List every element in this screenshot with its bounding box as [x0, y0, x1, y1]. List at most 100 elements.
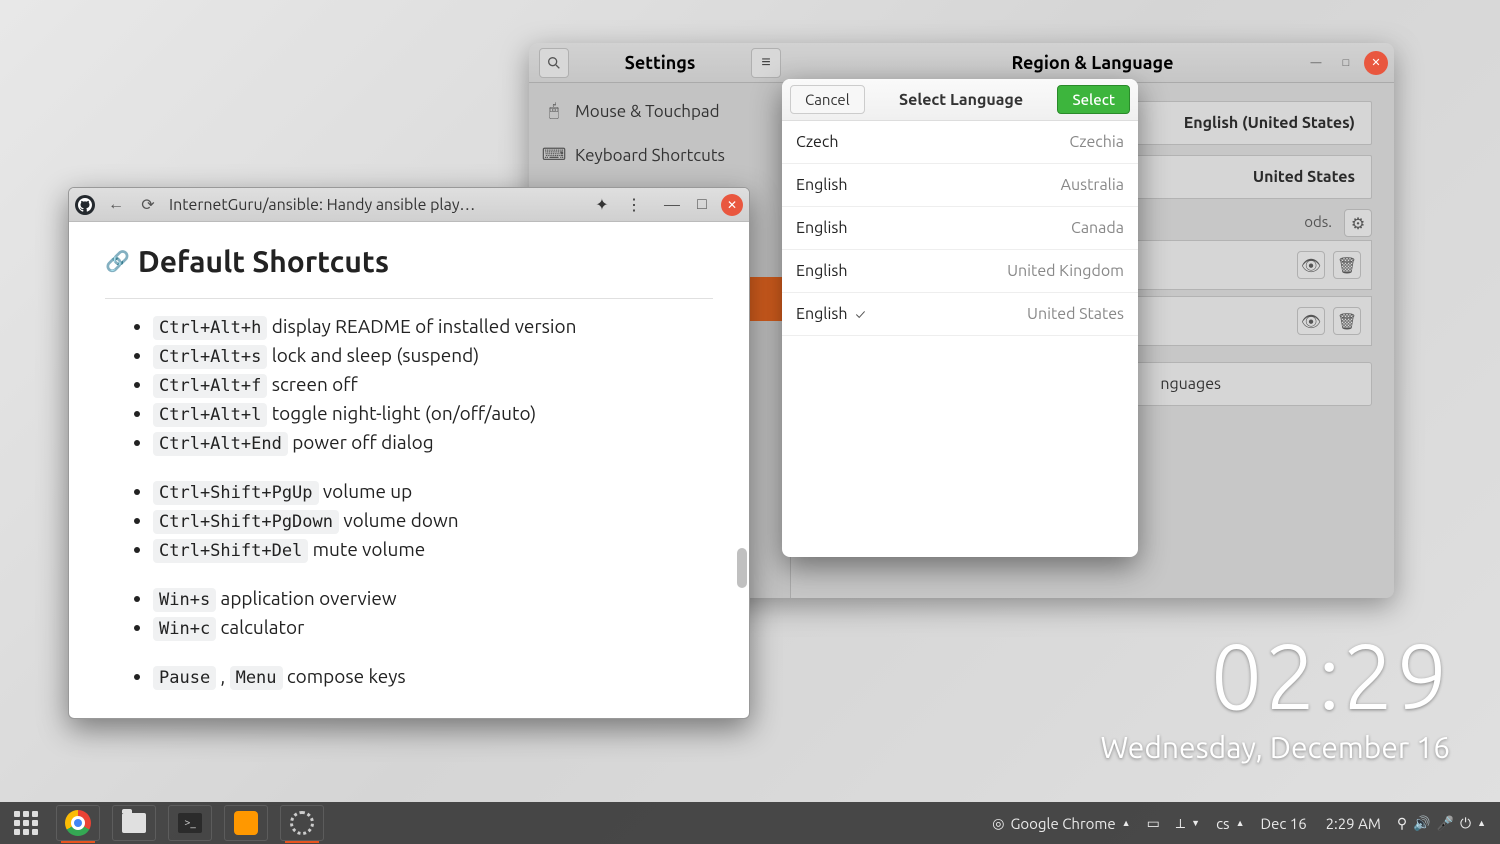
- keyboard-layout-indicator[interactable]: cs ▲: [1216, 815, 1244, 832]
- language-name: Czech: [796, 133, 838, 151]
- address-bar[interactable]: InternetGuru/ansible: Handy ansible play…: [169, 196, 581, 214]
- language-option[interactable]: English ✓United States: [782, 293, 1138, 336]
- settings-titlebar: Settings ≡ Region & Language — □ ✕: [529, 43, 1394, 83]
- apps-grid-button[interactable]: [8, 805, 44, 841]
- extensions-button[interactable]: ✦: [591, 195, 613, 214]
- scrollbar-thumb[interactable]: [737, 548, 747, 588]
- caret-up-icon: ▲: [1236, 818, 1245, 828]
- folder-icon: [122, 813, 146, 833]
- language-country: Czechia: [1069, 133, 1124, 151]
- remove-layout-button[interactable]: 🗑: [1333, 251, 1361, 279]
- kbd: Ctrl+Alt+End: [153, 432, 288, 456]
- browser-window: ← ⟳ InternetGuru/ansible: Handy ansible …: [68, 187, 750, 719]
- taskbar-datetime[interactable]: Dec 16 2:29 AM: [1260, 815, 1380, 832]
- system-tray[interactable]: ⚲ 🔊 🎤 ⏻ ▲: [1397, 815, 1486, 832]
- view-layout-button[interactable]: 👁: [1297, 251, 1325, 279]
- settings-search-button[interactable]: [539, 48, 569, 78]
- nav-back-button[interactable]: ←: [105, 194, 127, 216]
- task-settings[interactable]: [280, 805, 324, 841]
- terminal-icon: >_: [178, 813, 202, 833]
- view-layout-button[interactable]: 👁: [1297, 307, 1325, 335]
- language-name: English ✓: [796, 305, 865, 323]
- sidebar-item-label: Mouse & Touchpad: [575, 102, 720, 121]
- display-icon: ▭: [1147, 815, 1160, 832]
- trash-icon: 🗑: [1337, 312, 1357, 331]
- shortcut-item: Ctrl+Alt+End power off dialog: [153, 431, 713, 454]
- window-minimize-button[interactable]: —: [1304, 51, 1328, 75]
- check-icon: ✓: [855, 306, 865, 322]
- keyboard-icon: ⌨: [545, 145, 563, 165]
- language-name: English: [796, 219, 847, 237]
- language-option[interactable]: English Canada: [782, 207, 1138, 250]
- caret-up-icon: ▲: [1477, 818, 1486, 828]
- trash-icon: 🗑: [1337, 256, 1357, 275]
- input-sources-settings-button[interactable]: ⚙: [1344, 209, 1372, 237]
- task-terminal[interactable]: >_: [168, 805, 212, 841]
- kbd: Menu: [230, 666, 283, 690]
- kbd: Ctrl+Alt+h: [153, 316, 267, 340]
- browser-minimize-button[interactable]: —: [661, 194, 683, 216]
- select-language-dialog: Cancel Select Language Select CzechCzech…: [782, 79, 1138, 557]
- language-name: English: [796, 262, 847, 280]
- cancel-button[interactable]: Cancel: [790, 85, 865, 114]
- kbd: Ctrl+Shift+PgDown: [153, 510, 339, 534]
- language-option[interactable]: English Australia: [782, 164, 1138, 207]
- shortcut-desc: volume up: [323, 480, 412, 502]
- browser-menu-button[interactable]: ⋮: [623, 195, 645, 214]
- tray-display-indicator[interactable]: ▭: [1147, 815, 1160, 832]
- shortcut-list: Pause , Menu compose keys: [153, 665, 713, 688]
- mouse-icon: 🖱: [545, 101, 563, 121]
- task-sublime[interactable]: [224, 805, 268, 841]
- language-list: Czech Czechia English Australia English Canad…: [782, 121, 1138, 557]
- shortcut-desc: power off dialog: [292, 431, 433, 453]
- sublime-icon: [234, 811, 258, 835]
- kbd: Ctrl+Alt+f: [153, 374, 267, 398]
- accessibility-icon: ⟂: [1176, 815, 1185, 832]
- shortcut-list: Ctrl+Shift+PgUp volume up Ctrl+Shift+PgDo…: [153, 480, 713, 561]
- shortcut-item: Win+s application overview: [153, 587, 713, 610]
- browser-close-button[interactable]: ✕: [721, 194, 743, 216]
- mic-icon: 🎤: [1437, 815, 1454, 832]
- remove-layout-button[interactable]: 🗑: [1333, 307, 1361, 335]
- browser-content[interactable]: 🔗 Default Shortcuts Ctrl+Alt+h display R…: [69, 222, 749, 718]
- select-button[interactable]: Select: [1057, 85, 1130, 114]
- chrome-icon: [65, 810, 91, 836]
- volume-icon: 🔊: [1413, 815, 1430, 832]
- sidebar-item-label: Keyboard Shortcuts: [575, 146, 725, 165]
- shortcut-desc: calculator: [221, 616, 305, 638]
- kbd: Ctrl+Shift+PgUp: [153, 481, 319, 505]
- settings-title: Settings: [625, 53, 696, 73]
- language-option[interactable]: Czech Czechia: [782, 121, 1138, 164]
- task-files[interactable]: [112, 805, 156, 841]
- active-app-indicator[interactable]: ◎ Google Chrome ▲: [992, 815, 1130, 832]
- clock-time: 02:29: [1100, 630, 1450, 722]
- kbd: Ctrl+Alt+l: [153, 403, 267, 427]
- shortcut-item: Ctrl+Shift+Del mute volume: [153, 538, 713, 561]
- accessibility-menu[interactable]: ⟂ ▼: [1176, 815, 1200, 832]
- language-option[interactable]: EnglishUnited Kingdom: [782, 250, 1138, 293]
- language-name: English: [796, 176, 847, 194]
- shortcut-desc: display README of installed version: [272, 315, 577, 337]
- kbd: Ctrl+Shift+Del: [153, 539, 308, 563]
- sidebar-item-keyboard[interactable]: ⌨ Keyboard Shortcuts: [529, 133, 790, 177]
- language-country: Australia: [1061, 176, 1124, 194]
- task-chrome[interactable]: [56, 805, 100, 841]
- setting-value: United States: [1253, 168, 1355, 186]
- caret-up-icon: ▲: [1122, 818, 1131, 828]
- browser-maximize-button[interactable]: □: [691, 194, 713, 216]
- window-maximize-button[interactable]: □: [1334, 51, 1358, 75]
- sidebar-item-mouse[interactable]: 🖱 Mouse & Touchpad: [529, 89, 790, 133]
- shortcut-list: Win+s application overviewWin+c calculat…: [153, 587, 713, 639]
- nav-reload-button[interactable]: ⟳: [137, 194, 159, 216]
- shortcut-desc: compose keys: [287, 665, 406, 687]
- grid-icon: [14, 811, 38, 835]
- shortcut-item: Ctrl+Alt+f screen off: [153, 373, 713, 396]
- app-icon: ◎: [992, 815, 1004, 832]
- taskbar: >_ ◎ Google Chrome ▲ ▭ ⟂ ▼ cs ▲ Dec 16 2…: [0, 802, 1500, 844]
- window-close-button[interactable]: ✕: [1364, 51, 1388, 75]
- settings-menu-button[interactable]: ≡: [751, 48, 781, 78]
- shortcut-item: Ctrl+Alt+h display README of installed v…: [153, 315, 713, 338]
- language-country: Canada: [1071, 219, 1124, 237]
- shortcut-item: Ctrl+Shift+PgUp volume up: [153, 480, 713, 503]
- setting-value: English (United States): [1184, 114, 1355, 132]
